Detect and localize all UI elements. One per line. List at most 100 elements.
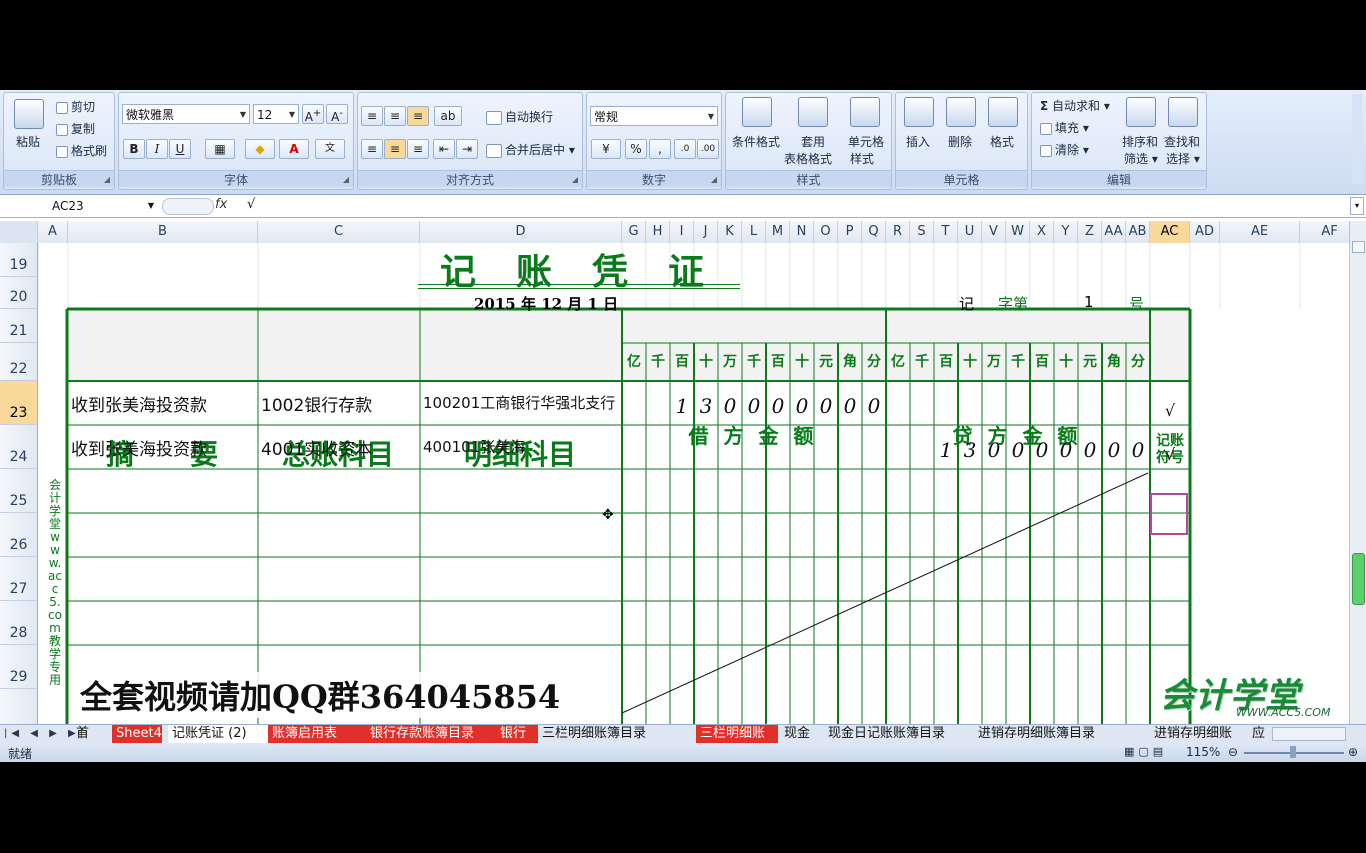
- sheet-tab[interactable]: 进销存明细账簿目录: [974, 725, 1150, 743]
- wrap-text-button[interactable]: 自动换行: [486, 108, 553, 125]
- number-format-select[interactable]: 常规 ▼: [590, 106, 718, 126]
- select-all-button[interactable]: [0, 221, 38, 243]
- credit-digit[interactable]: 0: [1054, 425, 1078, 469]
- sort-filter-label-1[interactable]: 排序和: [1122, 133, 1158, 150]
- horizontal-scrollbar[interactable]: [1272, 727, 1346, 741]
- dialog-launcher-icon[interactable]: ◢: [572, 175, 578, 184]
- column-header-N[interactable]: N: [790, 221, 814, 243]
- column-header-X[interactable]: X: [1030, 221, 1054, 243]
- column-header-L[interactable]: L: [742, 221, 766, 243]
- column-header-AB[interactable]: AB: [1126, 221, 1150, 243]
- column-header-B[interactable]: B: [68, 221, 258, 243]
- credit-digit[interactable]: 0: [1078, 425, 1102, 469]
- find-select-label-1[interactable]: 查找和: [1164, 133, 1200, 150]
- sheet-tab[interactable]: 记账凭证 (2): [168, 725, 268, 743]
- currency-button[interactable]: ¥: [591, 139, 621, 159]
- autosum-button[interactable]: Σ 自动求和 ▾: [1040, 97, 1110, 114]
- delete-button[interactable]: 删除: [948, 133, 972, 150]
- debit-digit[interactable]: 3: [694, 381, 718, 425]
- insert-function-icon[interactable]: fx: [215, 197, 227, 212]
- row-header-23[interactable]: 23: [0, 381, 37, 425]
- credit-digit[interactable]: 0: [982, 425, 1006, 469]
- paste-icon[interactable]: [14, 99, 44, 129]
- percent-button[interactable]: %: [625, 139, 647, 159]
- increase-decimal-button[interactable]: .0: [674, 139, 696, 159]
- debit-digit[interactable]: 1: [670, 381, 694, 425]
- row-header-29[interactable]: 29: [0, 645, 37, 689]
- formula-collapse-button[interactable]: ▾: [1350, 197, 1364, 215]
- table-format-icon[interactable]: [798, 97, 828, 127]
- font-size-select[interactable]: 12 ▼: [253, 104, 299, 124]
- worksheet[interactable]: 记 账 凭 证 2015 年 12 月 1 日 记 字第 1 号 摘 要 总账科…: [38, 243, 1350, 725]
- format-painter-button[interactable]: 格式刷: [56, 142, 107, 159]
- zoom-out-button[interactable]: ⊖: [1228, 745, 1238, 759]
- column-header-AD[interactable]: AD: [1190, 221, 1220, 243]
- scroll-thumb[interactable]: [1352, 553, 1365, 605]
- debit-digit[interactable]: 0: [814, 381, 838, 425]
- table-format-label-1[interactable]: 套用: [801, 133, 825, 150]
- row-header-22[interactable]: 22: [0, 343, 37, 381]
- entry-summary[interactable]: 收到张美海投资款: [68, 381, 258, 425]
- cut-button[interactable]: 剪切: [56, 98, 95, 115]
- row-header-25[interactable]: 25: [0, 469, 37, 513]
- column-header-Z[interactable]: Z: [1078, 221, 1102, 243]
- column-header-AE[interactable]: AE: [1220, 221, 1300, 243]
- conditional-format-icon[interactable]: [742, 97, 772, 127]
- sort-filter-label-2[interactable]: 筛选 ▾: [1124, 150, 1158, 167]
- debit-digit[interactable]: 0: [766, 381, 790, 425]
- table-format-label-2[interactable]: 表格格式: [784, 150, 832, 167]
- credit-digit[interactable]: 3: [958, 425, 982, 469]
- debit-digit[interactable]: 0: [790, 381, 814, 425]
- zoom-slider-thumb[interactable]: [1290, 746, 1296, 758]
- conditional-format-button[interactable]: 条件格式: [732, 133, 780, 150]
- credit-digit[interactable]: 0: [1126, 425, 1150, 469]
- zoom-in-button[interactable]: ⊕: [1348, 745, 1358, 759]
- vertical-scrollbar[interactable]: [1349, 221, 1366, 725]
- column-header-D[interactable]: D: [420, 221, 622, 243]
- increase-indent-button[interactable]: ⇥: [456, 139, 478, 159]
- row-header-21[interactable]: 21: [0, 309, 37, 343]
- sheet-tab[interactable]: 首页: [72, 725, 90, 743]
- sheet-tab[interactable]: 现金: [780, 725, 824, 743]
- format-button[interactable]: 格式: [990, 133, 1014, 150]
- debit-digit[interactable]: 0: [838, 381, 862, 425]
- find-select-label-2[interactable]: 选择 ▾: [1166, 150, 1200, 167]
- column-header-W[interactable]: W: [1006, 221, 1030, 243]
- debit-digit[interactable]: 0: [742, 381, 766, 425]
- formula-input[interactable]: √: [247, 197, 255, 212]
- column-header-Q[interactable]: Q: [862, 221, 886, 243]
- cell-styles-label-1[interactable]: 单元格: [848, 133, 884, 150]
- orientation-button[interactable]: ab: [434, 106, 462, 126]
- sheet-tab[interactable]: 银行: [496, 725, 538, 743]
- scroll-up-button[interactable]: [1352, 241, 1365, 253]
- sheet-tab[interactable]: 现金日记账账簿目录: [824, 725, 974, 743]
- delete-icon[interactable]: [946, 97, 976, 127]
- entry-mark[interactable]: √: [1150, 381, 1190, 425]
- underline-button[interactable]: U: [169, 139, 191, 159]
- borders-button[interactable]: ▦: [205, 139, 235, 159]
- grow-font-button[interactable]: A+: [302, 104, 324, 124]
- clear-button[interactable]: 清除 ▾: [1040, 141, 1089, 158]
- column-header-AC[interactable]: AC: [1150, 221, 1190, 243]
- tab-nav-buttons[interactable]: |◀ ◀ ▶ ▶|: [4, 725, 83, 743]
- entry-detail[interactable]: 100201工商银行华强北支行: [420, 381, 622, 425]
- decrease-indent-button[interactable]: ⇤: [433, 139, 455, 159]
- row-header-27[interactable]: 27: [0, 557, 37, 601]
- active-cell[interactable]: [1150, 493, 1188, 535]
- comma-button[interactable]: ,: [649, 139, 671, 159]
- fill-button[interactable]: 填充 ▾: [1040, 119, 1089, 136]
- credit-digit[interactable]: 0: [1102, 425, 1126, 469]
- sheet-tab[interactable]: 三栏明细账: [696, 725, 778, 743]
- column-header-T[interactable]: T: [934, 221, 958, 243]
- row-header-20[interactable]: 20: [0, 277, 37, 309]
- sheet-tab[interactable]: Sheet4: [112, 725, 162, 743]
- column-header-J[interactable]: J: [694, 221, 718, 243]
- fill-color-button[interactable]: ◆: [245, 139, 275, 159]
- zoom-level[interactable]: 115%: [1186, 745, 1220, 759]
- name-box[interactable]: AC23 ▼: [0, 196, 158, 216]
- sheet-tab[interactable]: 账簿启用表: [268, 725, 366, 743]
- align-middle-button[interactable]: ≡: [384, 106, 406, 126]
- cell-styles-label-2[interactable]: 样式: [850, 150, 874, 167]
- column-header-Y[interactable]: Y: [1054, 221, 1078, 243]
- cell-styles-icon[interactable]: [850, 97, 880, 127]
